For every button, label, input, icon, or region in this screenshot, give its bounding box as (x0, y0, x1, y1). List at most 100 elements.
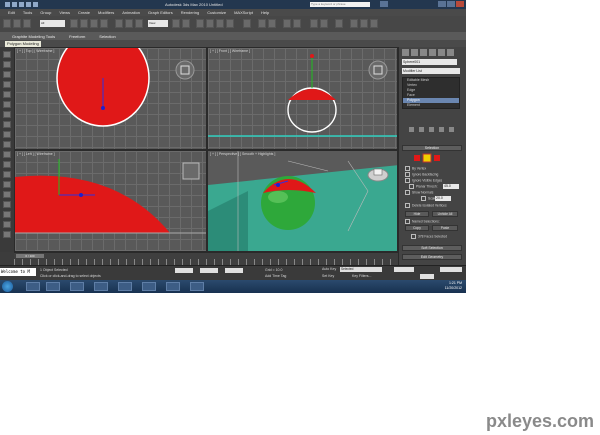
viewport-navigation-controls[interactable] (440, 267, 462, 272)
undo-button[interactable] (3, 19, 11, 28)
show-normals-checkbox[interactable]: Show Normals (405, 190, 433, 195)
taskbar-clock[interactable]: 1:21 PM 11/20/2012 (445, 281, 462, 291)
viewport-perspective[interactable]: [ + ] [ Perspective ] [ Smooth + Highlig… (207, 150, 398, 252)
select-manipulate-button[interactable] (182, 19, 190, 28)
object-name-field[interactable]: Sphere001 (402, 59, 457, 65)
window-crossing-button[interactable] (100, 19, 108, 28)
add-time-tag-button[interactable]: Add Time Tag (265, 274, 286, 278)
display-tab-icon[interactable] (438, 49, 445, 56)
unhide-all-button[interactable]: Unhide All (432, 211, 458, 217)
snap-toggle-button[interactable] (196, 19, 204, 28)
selection-filter-dropdown[interactable]: All (40, 20, 65, 27)
create-tab-icon[interactable] (402, 49, 409, 56)
align-button[interactable] (268, 19, 276, 28)
tool-icon[interactable] (3, 131, 11, 138)
remove-modifier-icon[interactable] (439, 127, 444, 132)
viewport-top[interactable]: [ + ] [ Top ] [ Wireframe ] (14, 47, 207, 150)
by-vertex-checkbox[interactable]: By Vertex (405, 166, 426, 171)
current-frame-field[interactable] (420, 274, 434, 279)
redo-icon[interactable] (33, 2, 38, 7)
graphite-toggle-button[interactable] (293, 19, 301, 28)
auto-key-button[interactable]: Auto Key (322, 267, 336, 271)
menu-maxscript[interactable]: MAXScript (234, 10, 253, 15)
tool-icon[interactable] (3, 121, 11, 128)
taskbar-browser-icon[interactable] (46, 282, 60, 291)
menu-views[interactable]: Views (59, 10, 70, 15)
rotate-button[interactable] (125, 19, 133, 28)
modifier-stack-item[interactable]: Element (403, 103, 459, 108)
tool-icon[interactable] (3, 51, 11, 58)
viewport-top-label[interactable]: [ + ] [ Top ] [ Wireframe ] (17, 49, 54, 53)
render-setup-button[interactable] (350, 19, 358, 28)
menu-customize[interactable]: Customize (207, 10, 226, 15)
planar-thresh-field[interactable]: 45.0 (443, 184, 459, 189)
modify-tab-icon[interactable] (411, 49, 418, 56)
scale-button[interactable] (135, 19, 143, 28)
coord-x-field[interactable] (175, 268, 193, 273)
select-object-button[interactable] (70, 19, 78, 28)
save-file-icon[interactable] (19, 2, 24, 7)
menu-tools[interactable]: Tools (23, 10, 32, 15)
menu-graph-editors[interactable]: Graph Editors (148, 10, 173, 15)
help-search-input[interactable]: Type a keyword or phrase (310, 2, 370, 7)
angle-snap-button[interactable] (206, 19, 214, 28)
menu-modifiers[interactable]: Modifiers (98, 10, 114, 15)
tool-icon[interactable] (3, 151, 11, 158)
playback-controls[interactable] (394, 267, 414, 272)
minimize-icon[interactable] (438, 1, 446, 7)
material-editor-button[interactable] (335, 19, 343, 28)
new-file-icon[interactable] (5, 2, 10, 7)
taskbar-app-icon[interactable] (166, 282, 180, 291)
mirror-button[interactable] (258, 19, 266, 28)
start-button-icon[interactable] (2, 281, 13, 292)
tab-selection[interactable]: Selection (99, 34, 115, 39)
tool-icon[interactable] (3, 221, 11, 228)
viewport-left-label[interactable]: [ + ] [ Left ] [ Wireframe ] (17, 152, 55, 156)
maxscript-listener[interactable]: Welcome to M (0, 268, 36, 276)
undo-icon[interactable] (26, 2, 31, 7)
viewport-left[interactable]: [ + ] [ Left ] [ Wireframe ] (14, 150, 207, 252)
pin-stack-icon[interactable] (409, 127, 414, 132)
tool-icon[interactable] (3, 181, 11, 188)
tool-icon[interactable] (3, 161, 11, 168)
tool-icon[interactable] (3, 61, 11, 68)
taskbar-app-icon[interactable] (70, 282, 84, 291)
tab-graphite-modeling-tools[interactable]: Graphite Modeling Tools (12, 34, 55, 39)
ignore-visible-edges-checkbox[interactable]: Ignore Visible Edges (405, 178, 442, 183)
tool-icon[interactable] (3, 81, 11, 88)
tool-icon[interactable] (3, 141, 11, 148)
hide-button[interactable]: Hide (405, 211, 429, 217)
menu-rendering[interactable]: Rendering (181, 10, 199, 15)
pivot-center-button[interactable] (172, 19, 180, 28)
key-filters-button[interactable]: Key Filters... (352, 274, 371, 278)
tool-icon[interactable] (3, 111, 11, 118)
edit-geometry-rollout[interactable]: Edit Geometry (402, 254, 462, 260)
taskbar-app-icon[interactable] (190, 282, 204, 291)
tool-icon[interactable] (3, 201, 11, 208)
spinner-snap-button[interactable] (226, 19, 234, 28)
taskbar-photoshop-icon[interactable] (26, 282, 40, 291)
coord-y-field[interactable] (200, 268, 218, 273)
configure-modifier-sets-icon[interactable] (449, 127, 454, 132)
help-search-icon[interactable] (380, 1, 388, 7)
delete-isolated-vertices-checkbox[interactable]: Delete Isolated Vertices (405, 203, 447, 208)
set-key-button[interactable]: Set Key (322, 274, 334, 278)
tool-icon[interactable] (3, 91, 11, 98)
percent-snap-button[interactable] (216, 19, 224, 28)
coord-z-field[interactable] (225, 268, 243, 273)
tool-icon[interactable] (3, 231, 11, 238)
key-mode-dropdown[interactable]: Selected (340, 267, 382, 272)
open-file-icon[interactable] (12, 2, 17, 7)
ignore-backfacing-checkbox[interactable]: Ignore Backfacing (405, 172, 438, 177)
scale-field[interactable]: 20.0 (435, 196, 451, 201)
maximize-icon[interactable] (447, 1, 455, 7)
motion-tab-icon[interactable] (429, 49, 436, 56)
link-button[interactable] (23, 19, 31, 28)
taskbar-3dsmax-icon[interactable] (142, 282, 156, 291)
tool-icon[interactable] (3, 71, 11, 78)
hierarchy-tab-icon[interactable] (420, 49, 427, 56)
tool-icon[interactable] (3, 211, 11, 218)
select-by-name-button[interactable] (80, 19, 88, 28)
move-button[interactable] (115, 19, 123, 28)
viewport-front[interactable]: [ + ] [ Front ] [ Wireframe ] (207, 47, 398, 150)
